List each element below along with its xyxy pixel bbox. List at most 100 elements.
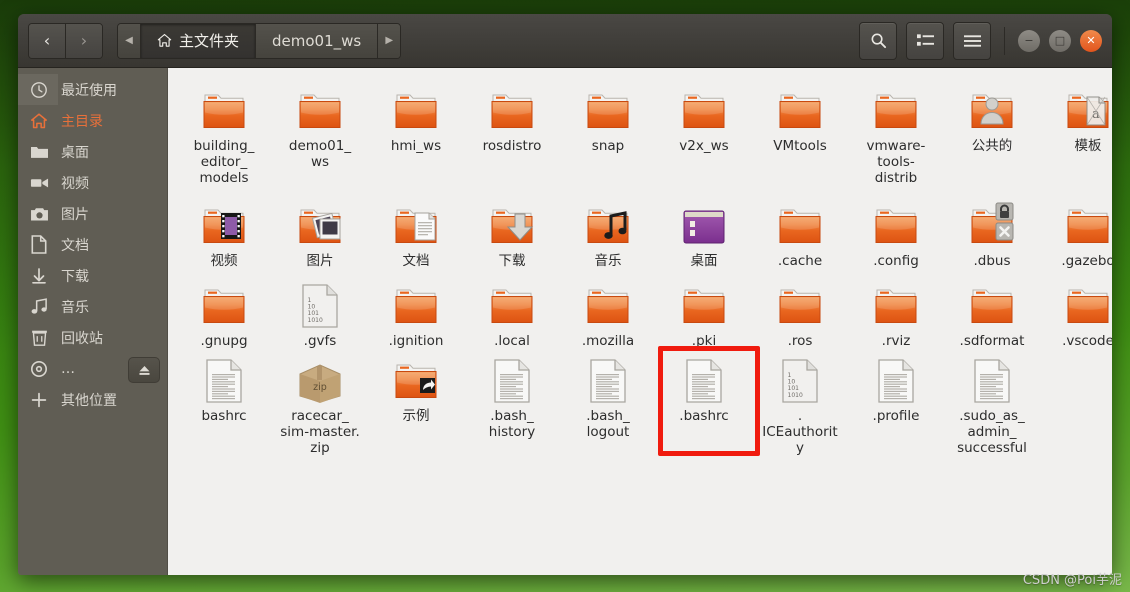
folder-icon [965, 281, 1019, 329]
breadcrumb-scroll-left-icon[interactable]: ◀ [118, 23, 141, 58]
file-item[interactable]: 下载 [464, 197, 560, 277]
breadcrumb-item-demo01-ws[interactable]: demo01_ws [255, 23, 378, 58]
file-item-label: snap [591, 138, 625, 154]
minimize-button[interactable]: − [1018, 29, 1040, 52]
file-item[interactable]: .profile [848, 352, 944, 456]
file-item[interactable]: .cache [752, 197, 848, 277]
person-badge-icon [965, 86, 1019, 134]
file-item[interactable]: .gazebo [1040, 197, 1112, 277]
file-item[interactable]: 图片 [272, 197, 368, 277]
file-item[interactable]: rosdistro [464, 82, 560, 197]
file-item-label: . ICEauthorit y [762, 408, 838, 456]
file-item[interactable]: v2x_ws [656, 82, 752, 197]
breadcrumb-scroll-right-icon[interactable]: ▶ [377, 23, 401, 58]
close-icon: ✕ [1086, 34, 1096, 47]
folder-pictures-icon [293, 201, 347, 249]
file-item-label: rosdistro [482, 138, 542, 154]
file-item[interactable]: .bashrc [656, 352, 752, 456]
file-item[interactable]: 桌面 [656, 197, 752, 277]
file-item[interactable]: a 模板 [1040, 82, 1112, 197]
file-item-label: .gnupg [200, 333, 248, 349]
sidebar-item-4[interactable]: 图片 [18, 198, 168, 229]
folder-documents-icon [389, 201, 443, 249]
file-item-label: 示例 [402, 408, 430, 424]
folder-icon [1061, 281, 1112, 329]
file-item[interactable]: .gnupg [176, 277, 272, 352]
file-item[interactable]: .pki [656, 277, 752, 352]
video-camera-icon [28, 172, 50, 194]
file-item[interactable]: .config [848, 197, 944, 277]
file-item[interactable]: .ros [752, 277, 848, 352]
file-item[interactable]: .bash_ logout [560, 352, 656, 456]
sidebar-item-1[interactable]: 主目录 [18, 105, 168, 136]
forward-button[interactable]: › [65, 23, 102, 58]
sidebar-item-label: 视频 [61, 175, 89, 192]
file-item-label: 桌面 [690, 253, 718, 269]
sidebar-item-8[interactable]: 回收站 [18, 322, 168, 353]
file-item[interactable]: 公共的 [944, 82, 1040, 197]
file-item[interactable]: .rviz [848, 277, 944, 352]
breadcrumb-item-home[interactable]: 主文件夹 [141, 23, 256, 58]
back-button[interactable]: ‹ [29, 23, 65, 58]
file-item[interactable]: vmware-tools-distrib [848, 82, 944, 197]
file-item[interactable]: snap [560, 82, 656, 197]
sidebar-item-3[interactable]: 视频 [18, 167, 168, 198]
file-item[interactable]: 文档 [368, 197, 464, 277]
folder-icon [677, 86, 731, 134]
file-item-label: .sdformat [959, 333, 1025, 349]
file-item[interactable]: .vscode [1040, 277, 1112, 352]
sidebar-item-9[interactable]: … [18, 353, 168, 384]
maximize-button[interactable]: □ [1049, 29, 1071, 52]
file-item[interactable]: .sudo_as_ admin_ successful [944, 352, 1040, 456]
file-item-label: .vscode [1062, 333, 1112, 349]
search-button[interactable] [859, 21, 897, 60]
watermark: CSDN @Poi芋泥 [1022, 573, 1122, 588]
file-item[interactable]: .ignition [368, 277, 464, 352]
sidebar-item-0[interactable]: 最近使用 [18, 74, 168, 105]
folder-icon [773, 201, 827, 249]
file-item[interactable]: bashrc [176, 352, 272, 456]
file-item-label: .profile [872, 408, 920, 424]
film-strip-badge-icon [197, 201, 251, 249]
file-item[interactable]: .local [464, 277, 560, 352]
view-options-button[interactable] [906, 21, 944, 60]
sidebar-item-10[interactable]: 其他位置 [18, 384, 168, 415]
file-item[interactable]: building_ editor_ models [176, 82, 272, 197]
file-item[interactable]: 示例 [368, 352, 464, 456]
window-body: 最近使用 主目录 桌面 视频 图片 文档 下载 音乐 回收站… 其他位置 building_ edi… [18, 68, 1112, 575]
file-item[interactable]: 音乐 [560, 197, 656, 277]
file-item-label: .bash_ logout [586, 408, 630, 440]
file-item[interactable]: .sdformat [944, 277, 1040, 352]
file-item[interactable]: zip racecar_ sim-master. zip [272, 352, 368, 456]
sidebar-item-5[interactable]: 文档 [18, 229, 168, 260]
file-item[interactable]: VMtools [752, 82, 848, 197]
close-button[interactable]: ✕ [1080, 29, 1102, 52]
eject-button[interactable] [128, 357, 160, 383]
header-left-group: ‹ › ◀ 主文件夹 demo01_ws ▶ [28, 22, 402, 59]
sidebar-item-2[interactable]: 桌面 [18, 136, 168, 167]
folder-icon [581, 281, 635, 329]
folder-locked-icon [965, 201, 1019, 249]
file-list-area[interactable]: building_ editor_ models demo01_ ws hmi_ws ros… [168, 68, 1112, 575]
sidebar-item-label: 音乐 [61, 299, 89, 316]
file-item-label: .mozilla [581, 333, 635, 349]
file-item[interactable]: demo01_ ws [272, 82, 368, 197]
file-item-label: v2x_ws [679, 138, 729, 154]
sidebar-item-7[interactable]: 音乐 [18, 291, 168, 322]
file-item[interactable]: .dbus [944, 197, 1040, 277]
file-item[interactable]: .mozilla [560, 277, 656, 352]
file-item-label: 音乐 [594, 253, 622, 269]
file-item[interactable]: 视频 [176, 197, 272, 277]
main-menu-button[interactable] [953, 21, 991, 60]
file-item[interactable]: hmi_ws [368, 82, 464, 197]
file-item[interactable]: 1 10 101 1010. ICEauthorit y [752, 352, 848, 456]
maximize-icon: □ [1054, 34, 1066, 47]
file-item-label: 下载 [498, 253, 526, 269]
file-item[interactable]: 1 10 101 1010 .gvfs [272, 277, 368, 352]
file-item[interactable]: .bash_ history [464, 352, 560, 456]
sidebar-item-6[interactable]: 下载 [18, 260, 168, 291]
folder-desktop-icon [677, 201, 731, 249]
hamburger-menu-icon [963, 34, 981, 48]
breadcrumb-item-label: demo01_ws [272, 31, 362, 50]
folder-icon [773, 281, 827, 329]
